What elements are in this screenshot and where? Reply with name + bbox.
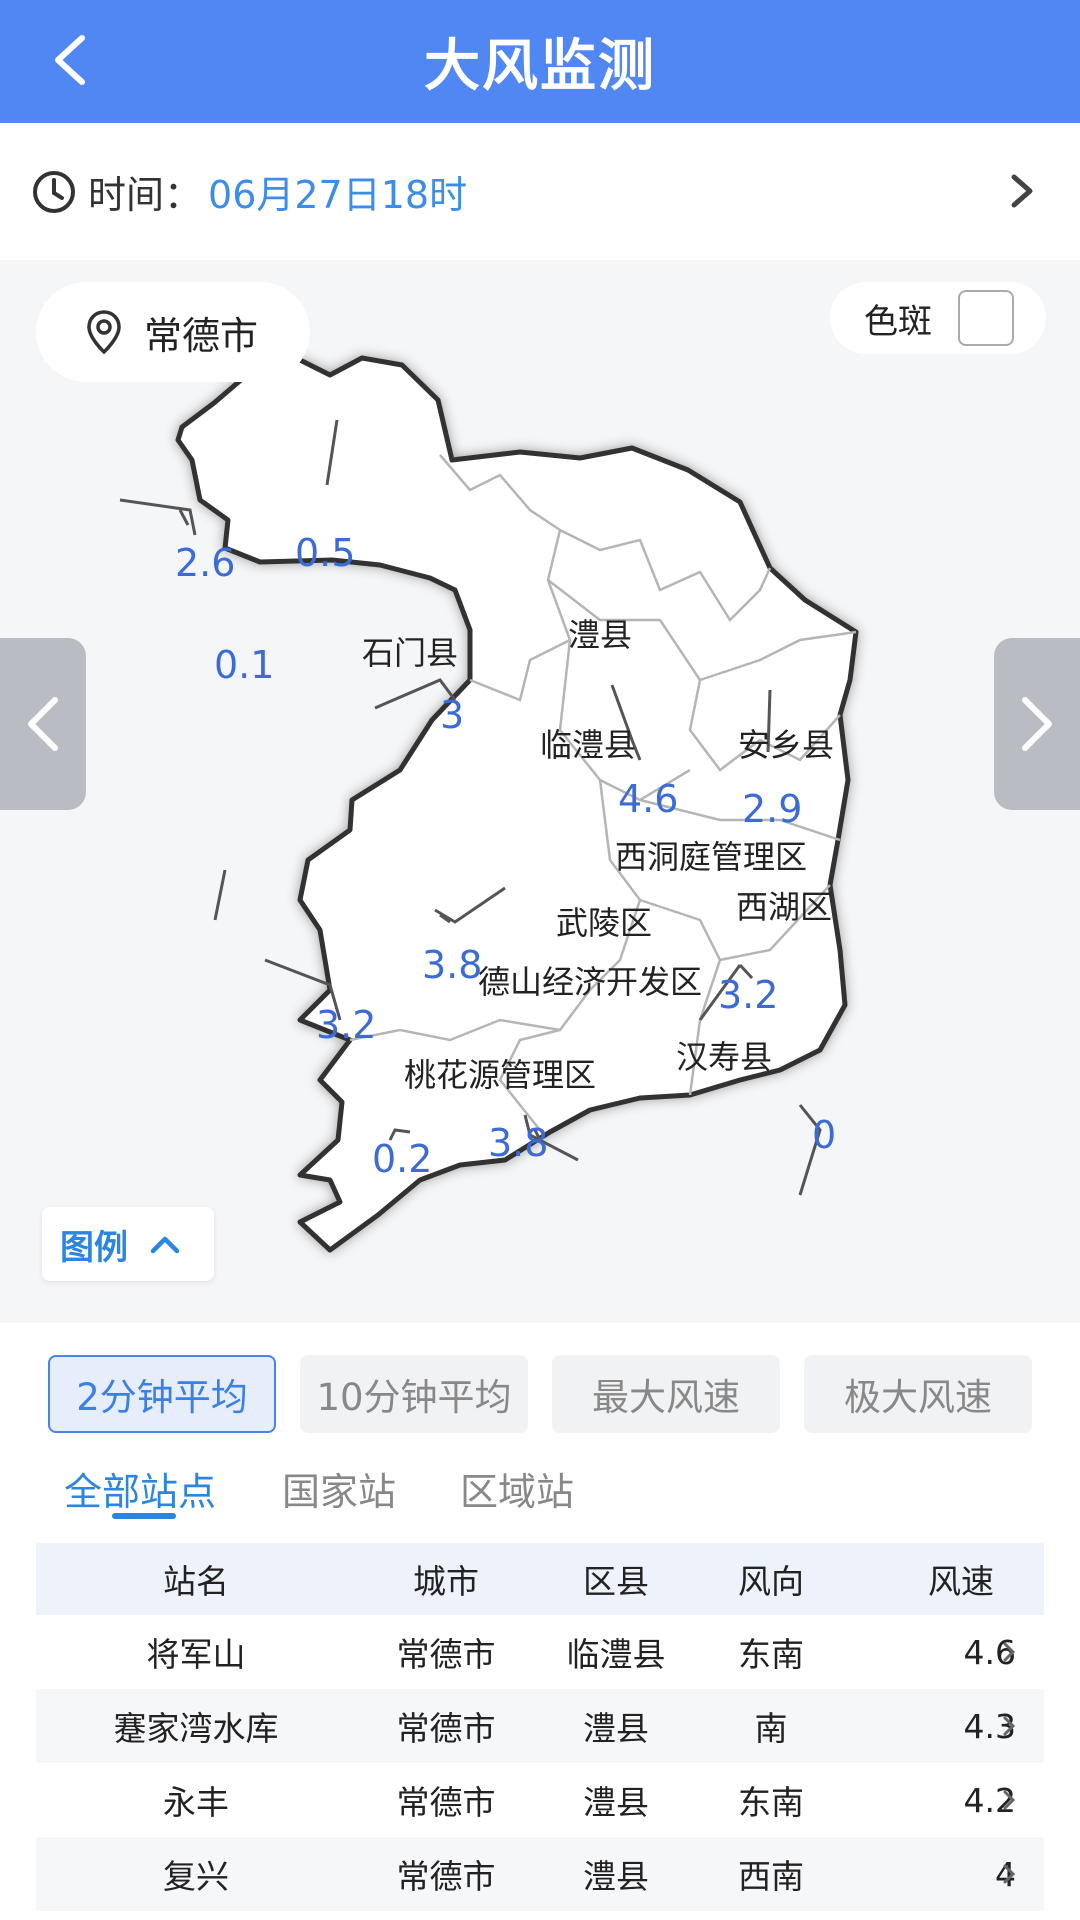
chevron-left-icon: [28, 697, 58, 751]
station-city: 常德市: [396, 1857, 496, 1896]
wind-value: 3.2: [718, 973, 778, 1017]
chevron-right-icon: [1003, 1716, 1016, 1736]
table-header: 站名 城市 区县 风向 风速: [36, 1543, 1044, 1615]
region-label: 德山经济开发区: [478, 963, 702, 1001]
clock-icon: [33, 170, 75, 213]
wind-value: 0.1: [214, 643, 274, 687]
station-name: 复兴: [163, 1857, 229, 1896]
city-selector[interactable]: 常德市: [36, 282, 310, 382]
color-spot-toggle[interactable]: 色斑: [830, 282, 1046, 354]
region-label: 临澧县: [540, 726, 636, 764]
wind-value: 3.8: [422, 943, 482, 987]
color-spot-label: 色斑: [864, 301, 932, 342]
chevron-right-icon: [1003, 1642, 1016, 1662]
wind-value: 2.6: [175, 541, 235, 585]
station-city: 常德市: [396, 1635, 496, 1674]
app-header: 大风监测: [0, 0, 1080, 123]
wind-value: 3.2: [316, 1003, 376, 1047]
wind-direction: 东南: [738, 1635, 804, 1674]
wind-value: 3: [440, 693, 464, 737]
tab-all-stations[interactable]: 全部站点: [64, 1461, 216, 1516]
wind-speed: 4.3: [963, 1706, 1016, 1746]
header-speed: 风速: [928, 1562, 994, 1601]
region-label: 安乡县: [738, 726, 834, 764]
segment-max-speed[interactable]: 最大风速: [552, 1355, 780, 1433]
chevron-right-icon[interactable]: [1004, 171, 1040, 211]
wind-value: 3.8: [488, 1121, 548, 1165]
station-county: 临澧县: [566, 1635, 666, 1674]
wind-speed: 4.6: [963, 1632, 1016, 1672]
region-label: 桃花源管理区: [404, 1056, 596, 1094]
time-value[interactable]: 06月27日18时: [208, 164, 467, 219]
tab-indicator: [112, 1513, 176, 1519]
station-county: 澧县: [583, 1783, 649, 1822]
time-label: 时间：: [88, 173, 203, 217]
tab-national-stations[interactable]: 国家站: [282, 1461, 396, 1516]
table-row[interactable]: 复兴 常德市 澧县 西南 4: [36, 1837, 1044, 1911]
region-label: 西洞庭管理区: [615, 838, 807, 876]
region-label: 武陵区: [556, 904, 652, 942]
data-panel: 2分钟平均 10分钟平均 最大风速 极大风速 全部站点 国家站 区域站 站名 城…: [0, 1323, 1080, 1920]
location-pin-icon: [87, 310, 121, 355]
station-county: 澧县: [583, 1709, 649, 1748]
wind-value: 0.5: [295, 531, 355, 575]
wind-value: 0: [812, 1113, 836, 1157]
wind-value: 0.2: [372, 1137, 432, 1181]
wind-direction: 南: [754, 1709, 788, 1748]
table-row[interactable]: 永丰 常德市 澧县 东南 4.2: [36, 1763, 1044, 1837]
station-name: 蹇家湾水库: [113, 1709, 279, 1748]
legend-label: 图例: [60, 1227, 128, 1268]
chevron-left-icon: [55, 35, 85, 85]
segment-extreme-speed[interactable]: 极大风速: [804, 1355, 1032, 1433]
station-name: 将军山: [146, 1635, 246, 1674]
chevron-right-icon: [1003, 1864, 1016, 1884]
chevron-right-icon: [1003, 1790, 1016, 1810]
header-city: 城市: [413, 1562, 479, 1601]
table-row[interactable]: 蹇家湾水库 常德市 澧县 南 4.3: [36, 1689, 1044, 1763]
color-spot-checkbox[interactable]: [958, 290, 1014, 346]
chevron-right-icon: [1022, 697, 1052, 751]
region-label: 澧县: [568, 616, 632, 654]
station-city: 常德市: [396, 1709, 496, 1748]
station-county: 澧县: [583, 1857, 649, 1896]
next-time-button[interactable]: [994, 638, 1080, 810]
header-direction: 风向: [738, 1562, 804, 1601]
city-name: 常德市: [144, 313, 259, 358]
chevron-up-icon: [150, 1236, 180, 1254]
legend-button[interactable]: 图例: [42, 1207, 214, 1281]
region-label: 西湖区: [736, 888, 832, 926]
wind-value: 2.9: [742, 787, 802, 831]
wind-speed: 4: [995, 1854, 1016, 1894]
region-label: 石门县: [362, 634, 458, 672]
station-table: 站名 城市 区县 风向 风速 将军山 常德市 临澧县 东南 4.6 蹇家湾水库 …: [36, 1543, 1044, 1911]
table-row[interactable]: 将军山 常德市 临澧县 东南 4.6: [36, 1615, 1044, 1689]
tab-regional-stations[interactable]: 区域站: [460, 1461, 574, 1516]
wind-direction: 西南: [738, 1857, 804, 1896]
header-county: 区县: [583, 1562, 649, 1601]
page-title: 大风监测: [424, 34, 656, 99]
map-area[interactable]: 石门县 澧县 临澧县 安乡县 西洞庭管理区 西湖区 武陵区 德山经济开发区 汉寿…: [0, 260, 1080, 1323]
wind-speed: 4.2: [963, 1780, 1016, 1820]
time-selector[interactable]: 时间： 06月27日18时: [0, 123, 1080, 260]
segment-2min-avg[interactable]: 2分钟平均: [48, 1355, 276, 1433]
region-label: 汉寿县: [676, 1038, 772, 1076]
back-button[interactable]: [40, 30, 100, 90]
station-city: 常德市: [396, 1783, 496, 1822]
wind-value: 4.6: [618, 777, 678, 821]
region-map[interactable]: 石门县 澧县 临澧县 安乡县 西洞庭管理区 西湖区 武陵区 德山经济开发区 汉寿…: [0, 260, 1080, 1323]
station-name: 永丰: [163, 1783, 229, 1822]
header-station: 站名: [163, 1562, 229, 1601]
prev-time-button[interactable]: [0, 638, 86, 810]
segment-10min-avg[interactable]: 10分钟平均: [300, 1355, 528, 1433]
wind-direction: 东南: [738, 1783, 804, 1822]
